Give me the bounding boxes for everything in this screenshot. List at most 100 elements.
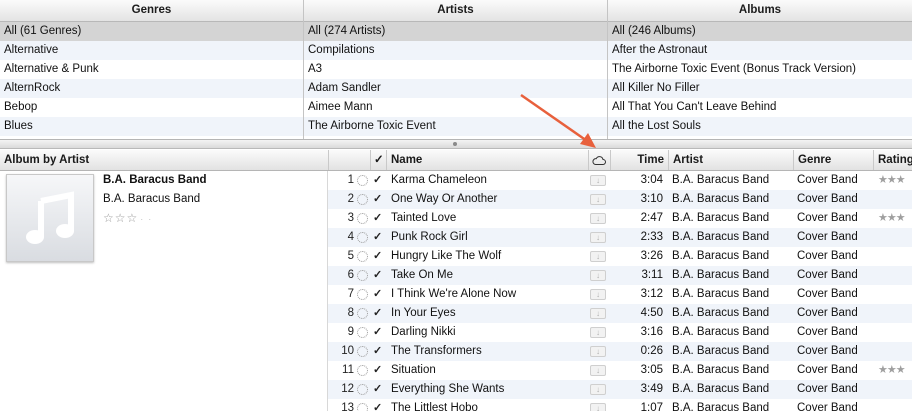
track-rating[interactable] [878,228,912,247]
download-icon[interactable]: ↓ [590,289,606,300]
track-row[interactable]: 1 ✓ Karma Chameleon ↓ 3:04 B.A. Baracus Band C… [328,171,912,190]
track-rating[interactable] [878,399,912,411]
track-row[interactable]: 12 ✓ Everything She Wants ↓ 3:49 B.A. Baracus… [328,380,912,399]
track-row[interactable]: 10 ✓ The Transformers ↓ 0:26 B.A. Baracus Ban… [328,342,912,361]
track-status-icon [357,175,368,186]
track-row[interactable]: 3 ✓ Tainted Love ↓ 2:47 B.A. Baracus Band Cove… [328,209,912,228]
track-row[interactable]: 8 ✓ In Your Eyes ↓ 4:50 B.A. Baracus Band Cove… [328,304,912,323]
track-number: 3 [347,212,354,224]
column-album-by-artist[interactable]: Album by Artist [0,150,328,170]
download-icon[interactable]: ↓ [590,270,606,281]
track-rating[interactable] [878,323,912,342]
albums-list-item[interactable]: All (246 Albums) [608,22,912,41]
genres-list-item[interactable]: All (61 Genres) [0,22,303,41]
track-checkbox[interactable]: ✓ [373,380,385,399]
artists-header[interactable]: Artists [304,0,607,22]
artists-list-item[interactable]: Adam Sandler [304,79,607,98]
track-row[interactable]: 13 ✓ The Littlest Hobo ↓ 1:07 B.A. Baracus Ba… [328,399,912,411]
genres-list-item[interactable]: Alternative [0,41,303,60]
track-checkbox[interactable]: ✓ [373,209,385,228]
track-time: 3:05 [640,364,663,376]
track-name: Hungry Like The Wolf [391,250,502,262]
column-genre[interactable]: Genre [793,150,873,170]
albums-list-item[interactable]: All the Lost Souls [608,117,912,136]
download-icon[interactable]: ↓ [590,365,606,376]
track-checkbox[interactable]: ✓ [373,342,385,361]
column-number[interactable] [328,150,370,170]
track-checkbox[interactable]: ✓ [373,266,385,285]
browser-splitter[interactable] [0,140,912,149]
column-name[interactable]: Name [386,150,588,170]
track-checkbox[interactable]: ✓ [373,399,385,411]
genres-list-item[interactable]: Bebop [0,98,303,117]
download-icon[interactable]: ↓ [590,175,606,186]
download-icon[interactable]: ↓ [590,232,606,243]
track-row[interactable]: 11 ✓ Situation ↓ 3:05 B.A. Baracus Band Cover … [328,361,912,380]
artists-list-item[interactable]: Aimee Mann [304,98,607,117]
track-checkbox[interactable]: ✓ [373,361,385,380]
column-rating[interactable]: Rating [873,150,912,170]
genres-header[interactable]: Genres [0,0,303,22]
track-list: 1 ✓ Karma Chameleon ↓ 3:04 B.A. Baracus Band C… [328,171,912,411]
track-rating[interactable]: ★★★ [878,361,912,380]
download-icon[interactable]: ↓ [590,403,606,411]
track-number: 13 [341,402,354,411]
track-rating[interactable] [878,266,912,285]
track-checkbox[interactable]: ✓ [373,285,385,304]
column-browser: Genres All (61 Genres) Alternative Alterna… [0,0,912,140]
download-icon[interactable]: ↓ [590,213,606,224]
track-checkbox[interactable]: ✓ [373,171,385,190]
track-genre: Cover Band [797,402,858,411]
album-rating[interactable]: ☆☆☆ ·· [103,211,156,225]
track-row[interactable]: 5 ✓ Hungry Like The Wolf ↓ 3:26 B.A. Baracus … [328,247,912,266]
artists-list-item[interactable]: Compilations [304,41,607,60]
albums-header[interactable]: Albums [608,0,912,22]
column-artist[interactable]: Artist [668,150,793,170]
albums-list-item[interactable]: The Airborne Toxic Event (Bonus Track Ve… [608,60,912,79]
splitter-handle-icon[interactable] [453,142,457,146]
column-time[interactable]: Time [610,150,668,170]
download-icon[interactable]: ↓ [590,308,606,319]
artists-list-item[interactable]: The Airborne Toxic Event [304,117,607,136]
track-rating[interactable] [878,285,912,304]
genres-list-item[interactable]: AlternRock [0,79,303,98]
track-row[interactable]: 9 ✓ Darling Nikki ↓ 3:16 B.A. Baracus Band Cov… [328,323,912,342]
track-rating[interactable] [878,190,912,209]
artists-list-item[interactable]: A3 [304,60,607,79]
genres-list-item[interactable]: Alternative & Punk [0,60,303,79]
album-rating-stars[interactable]: ☆☆☆ [103,211,138,225]
albums-list-item[interactable]: All Killer No Filler [608,79,912,98]
track-genre: Cover Band [797,212,858,224]
artists-list-item[interactable]: All (274 Artists) [304,22,607,41]
download-icon[interactable]: ↓ [590,327,606,338]
track-rating[interactable] [878,247,912,266]
download-icon[interactable]: ↓ [590,384,606,395]
track-row[interactable]: 7 ✓ I Think We're Alone Now ↓ 3:12 B.A. Barac… [328,285,912,304]
track-checkbox[interactable]: ✓ [373,304,385,323]
download-icon[interactable]: ↓ [590,346,606,357]
download-icon[interactable]: ↓ [590,251,606,262]
track-rating[interactable]: ★★★ [878,171,912,190]
track-checkbox[interactable]: ✓ [373,228,385,247]
download-icon[interactable]: ↓ [590,194,606,205]
genres-list-item[interactable]: Blues [0,117,303,136]
track-artist: B.A. Baracus Band [672,269,770,281]
albums-list-item[interactable]: All That You Can't Leave Behind [608,98,912,117]
track-rating[interactable] [878,304,912,323]
track-checkbox[interactable]: ✓ [373,323,385,342]
column-checkbox[interactable]: ✓ [370,150,386,170]
album-rating-dots[interactable]: ·· [140,214,156,224]
track-rating[interactable]: ★★★ [878,209,912,228]
track-row[interactable]: 2 ✓ One Way Or Another ↓ 3:10 B.A. Baracus Ba… [328,190,912,209]
track-rating[interactable] [878,380,912,399]
album-artwork[interactable] [6,174,94,262]
track-genre: Cover Band [797,174,858,186]
track-row[interactable]: 4 ✓ Punk Rock Girl ↓ 2:33 B.A. Baracus Band Co… [328,228,912,247]
column-icloud[interactable] [588,150,610,170]
genres-pane: Genres All (61 Genres) Alternative Alterna… [0,0,304,139]
track-row[interactable]: 6 ✓ Take On Me ↓ 3:11 B.A. Baracus Band Cover … [328,266,912,285]
track-rating[interactable] [878,342,912,361]
track-checkbox[interactable]: ✓ [373,190,385,209]
track-checkbox[interactable]: ✓ [373,247,385,266]
albums-list-item[interactable]: After the Astronaut [608,41,912,60]
